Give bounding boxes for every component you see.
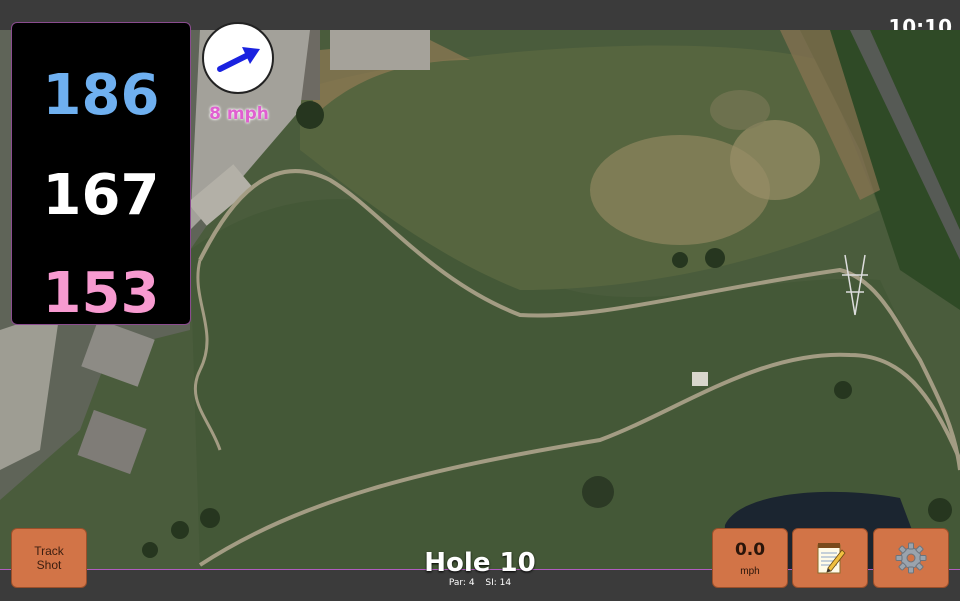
wind-speed-unit: mph xyxy=(740,565,760,577)
track-shot-label-line2: Shot xyxy=(36,558,62,572)
wind-speed-button[interactable]: 0.0 mph xyxy=(712,528,788,588)
hole-stroke-index: SI: 14 xyxy=(485,578,512,588)
hole-par: Par: 4 xyxy=(448,578,475,588)
hole-title: Hole 10 xyxy=(424,548,536,578)
center-distance: 167 xyxy=(42,163,160,228)
wind-indicator xyxy=(202,22,274,94)
settings-button[interactable] xyxy=(873,528,949,588)
distance-panel: 186 167 153 xyxy=(11,22,191,326)
notepad-icon xyxy=(817,543,846,574)
track-shot-label-line1: Track xyxy=(34,544,64,558)
notes-button[interactable] xyxy=(792,528,868,588)
gear-icon xyxy=(895,542,927,574)
back-distance: 186 xyxy=(42,63,160,128)
wind-speed-label: 8 mph xyxy=(209,104,269,124)
track-shot-button[interactable]: Track Shot xyxy=(11,528,87,588)
front-distance: 153 xyxy=(42,261,160,326)
wind-speed-value: 0.0 xyxy=(734,539,766,560)
hole-info: Par: 4 SI: 14 xyxy=(380,578,580,588)
wind-direction-arrow-icon xyxy=(217,47,260,72)
